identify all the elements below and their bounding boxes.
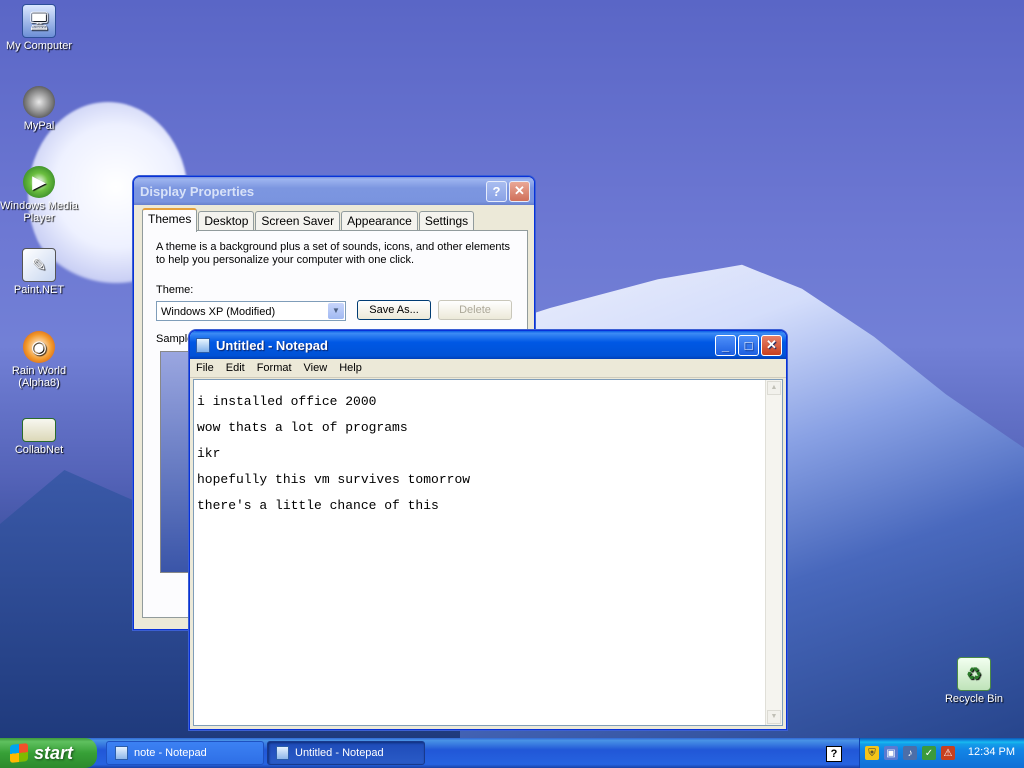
network-icon[interactable]: ▣ bbox=[884, 746, 898, 760]
start-label: start bbox=[34, 742, 74, 763]
window-title: Untitled - Notepad bbox=[216, 337, 328, 353]
notepad-window: Untitled - Notepad _ □ ✕ File Edit Forma… bbox=[189, 330, 787, 730]
mypal-icon bbox=[23, 86, 55, 118]
security-shield-icon[interactable]: ⛨ bbox=[865, 746, 879, 760]
text-line: ikr bbox=[197, 446, 221, 461]
media-player-icon: ▶ bbox=[23, 166, 55, 198]
system-tray: ⛨ ▣ ♪ ✓ ⚠ 12:34 PM bbox=[859, 738, 1024, 768]
desktop-icon-label: Rain World (Alpha8) bbox=[11, 365, 67, 389]
taskbar-button-label: Untitled - Notepad bbox=[295, 747, 384, 759]
scroll-down-icon[interactable]: ▼ bbox=[767, 710, 781, 724]
windows-logo-icon bbox=[10, 743, 28, 763]
close-button[interactable]: ✕ bbox=[761, 334, 782, 356]
collabnet-icon bbox=[22, 418, 56, 442]
antivirus-icon[interactable]: ⚠ bbox=[941, 746, 955, 760]
close-button[interactable]: ✕ bbox=[509, 180, 530, 202]
desktop-icon-my-computer[interactable]: 🖥 My Computer bbox=[0, 4, 79, 52]
theme-select[interactable]: Windows XP (Modified) ▼ bbox=[156, 301, 346, 321]
desktop-icon-collabnet[interactable]: CollabNet bbox=[0, 412, 79, 456]
taskbar: start note - Notepad Untitled - Notepad … bbox=[0, 738, 1024, 768]
taskbar-button-untitled-notepad[interactable]: Untitled - Notepad bbox=[267, 741, 425, 765]
desktop-icon-mypal[interactable]: MyPal bbox=[0, 86, 79, 132]
display-properties-titlebar[interactable]: Display Properties ? ✕ bbox=[134, 177, 534, 205]
start-button[interactable]: start bbox=[0, 738, 97, 768]
save-as-button[interactable]: Save As... bbox=[357, 300, 431, 320]
text-editor[interactable]: i installed office 2000 wow thats a lot … bbox=[193, 379, 783, 726]
menu-bar: File Edit Format View Help bbox=[190, 359, 786, 378]
desktop-icon-recycle-bin[interactable]: ♻ Recycle Bin bbox=[934, 657, 1014, 705]
desktop-icon-label: My Computer bbox=[5, 40, 73, 52]
desktop-icon-label: Recycle Bin bbox=[944, 693, 1004, 705]
taskbar-button-note-notepad[interactable]: note - Notepad bbox=[106, 741, 264, 765]
themes-description: A theme is a background plus a set of so… bbox=[156, 241, 511, 266]
text-line: there's a little chance of this bbox=[197, 498, 439, 513]
menu-file[interactable]: File bbox=[190, 362, 220, 374]
desktop-icon-label: Windows Media Player bbox=[0, 200, 78, 224]
rain-world-icon: ◉ bbox=[23, 331, 55, 363]
tab-themes[interactable]: Themes bbox=[142, 208, 198, 232]
text-line: i installed office 2000 bbox=[197, 394, 377, 409]
notepad-icon bbox=[115, 746, 128, 760]
vertical-scrollbar[interactable]: ▲ ▼ bbox=[765, 380, 782, 725]
update-icon[interactable]: ✓ bbox=[922, 746, 936, 760]
taskbar-button-label: note - Notepad bbox=[134, 747, 207, 759]
menu-format[interactable]: Format bbox=[251, 362, 298, 374]
theme-label: Theme: bbox=[156, 284, 194, 296]
editor-text: i installed office 2000 wow thats a lot … bbox=[197, 382, 470, 538]
clock[interactable]: 12:34 PM bbox=[968, 746, 1015, 758]
desktop-icon-rain-world[interactable]: ◉ Rain World (Alpha8) bbox=[0, 331, 79, 389]
scroll-up-icon[interactable]: ▲ bbox=[767, 381, 781, 395]
desktop-icon-label: CollabNet bbox=[14, 444, 64, 456]
window-title: Display Properties bbox=[140, 183, 255, 199]
help-icon[interactable]: ? bbox=[826, 746, 842, 762]
tab-screen-saver[interactable]: Screen Saver bbox=[255, 211, 341, 231]
help-button[interactable]: ? bbox=[486, 180, 507, 202]
tab-appearance[interactable]: Appearance bbox=[341, 211, 418, 231]
desktop-icon-windows-media-player[interactable]: ▶ Windows Media Player bbox=[0, 166, 79, 224]
recycle-bin-icon: ♻ bbox=[957, 657, 991, 691]
delete-button[interactable]: Delete bbox=[438, 300, 512, 320]
volume-icon[interactable]: ♪ bbox=[903, 746, 917, 760]
tab-strip: Themes Desktop Screen Saver Appearance S… bbox=[142, 208, 475, 232]
minimize-button[interactable]: _ bbox=[715, 334, 736, 356]
desktop-icon-label: Paint.NET bbox=[13, 284, 65, 296]
menu-view[interactable]: View bbox=[298, 362, 334, 374]
computer-icon: 🖥 bbox=[22, 4, 56, 38]
menu-help[interactable]: Help bbox=[333, 362, 368, 374]
tab-settings[interactable]: Settings bbox=[418, 211, 475, 231]
notepad-icon bbox=[276, 746, 289, 760]
menu-edit[interactable]: Edit bbox=[220, 362, 251, 374]
paint-icon: ✎ bbox=[22, 248, 56, 282]
notepad-icon bbox=[196, 337, 210, 353]
sample-label: Sample bbox=[156, 333, 194, 345]
theme-select-value: Windows XP (Modified) bbox=[161, 306, 276, 318]
desktop-icon-label: MyPal bbox=[23, 120, 55, 132]
text-line: hopefully this vm survives tomorrow bbox=[197, 472, 471, 487]
text-line: wow thats a lot of programs bbox=[197, 420, 408, 435]
desktop-icon-paint-net[interactable]: ✎ Paint.NET bbox=[0, 248, 79, 296]
notepad-titlebar[interactable]: Untitled - Notepad _ □ ✕ bbox=[190, 331, 786, 359]
chevron-down-icon[interactable]: ▼ bbox=[328, 303, 344, 319]
tab-desktop[interactable]: Desktop bbox=[198, 211, 255, 231]
maximize-button[interactable]: □ bbox=[738, 334, 759, 356]
